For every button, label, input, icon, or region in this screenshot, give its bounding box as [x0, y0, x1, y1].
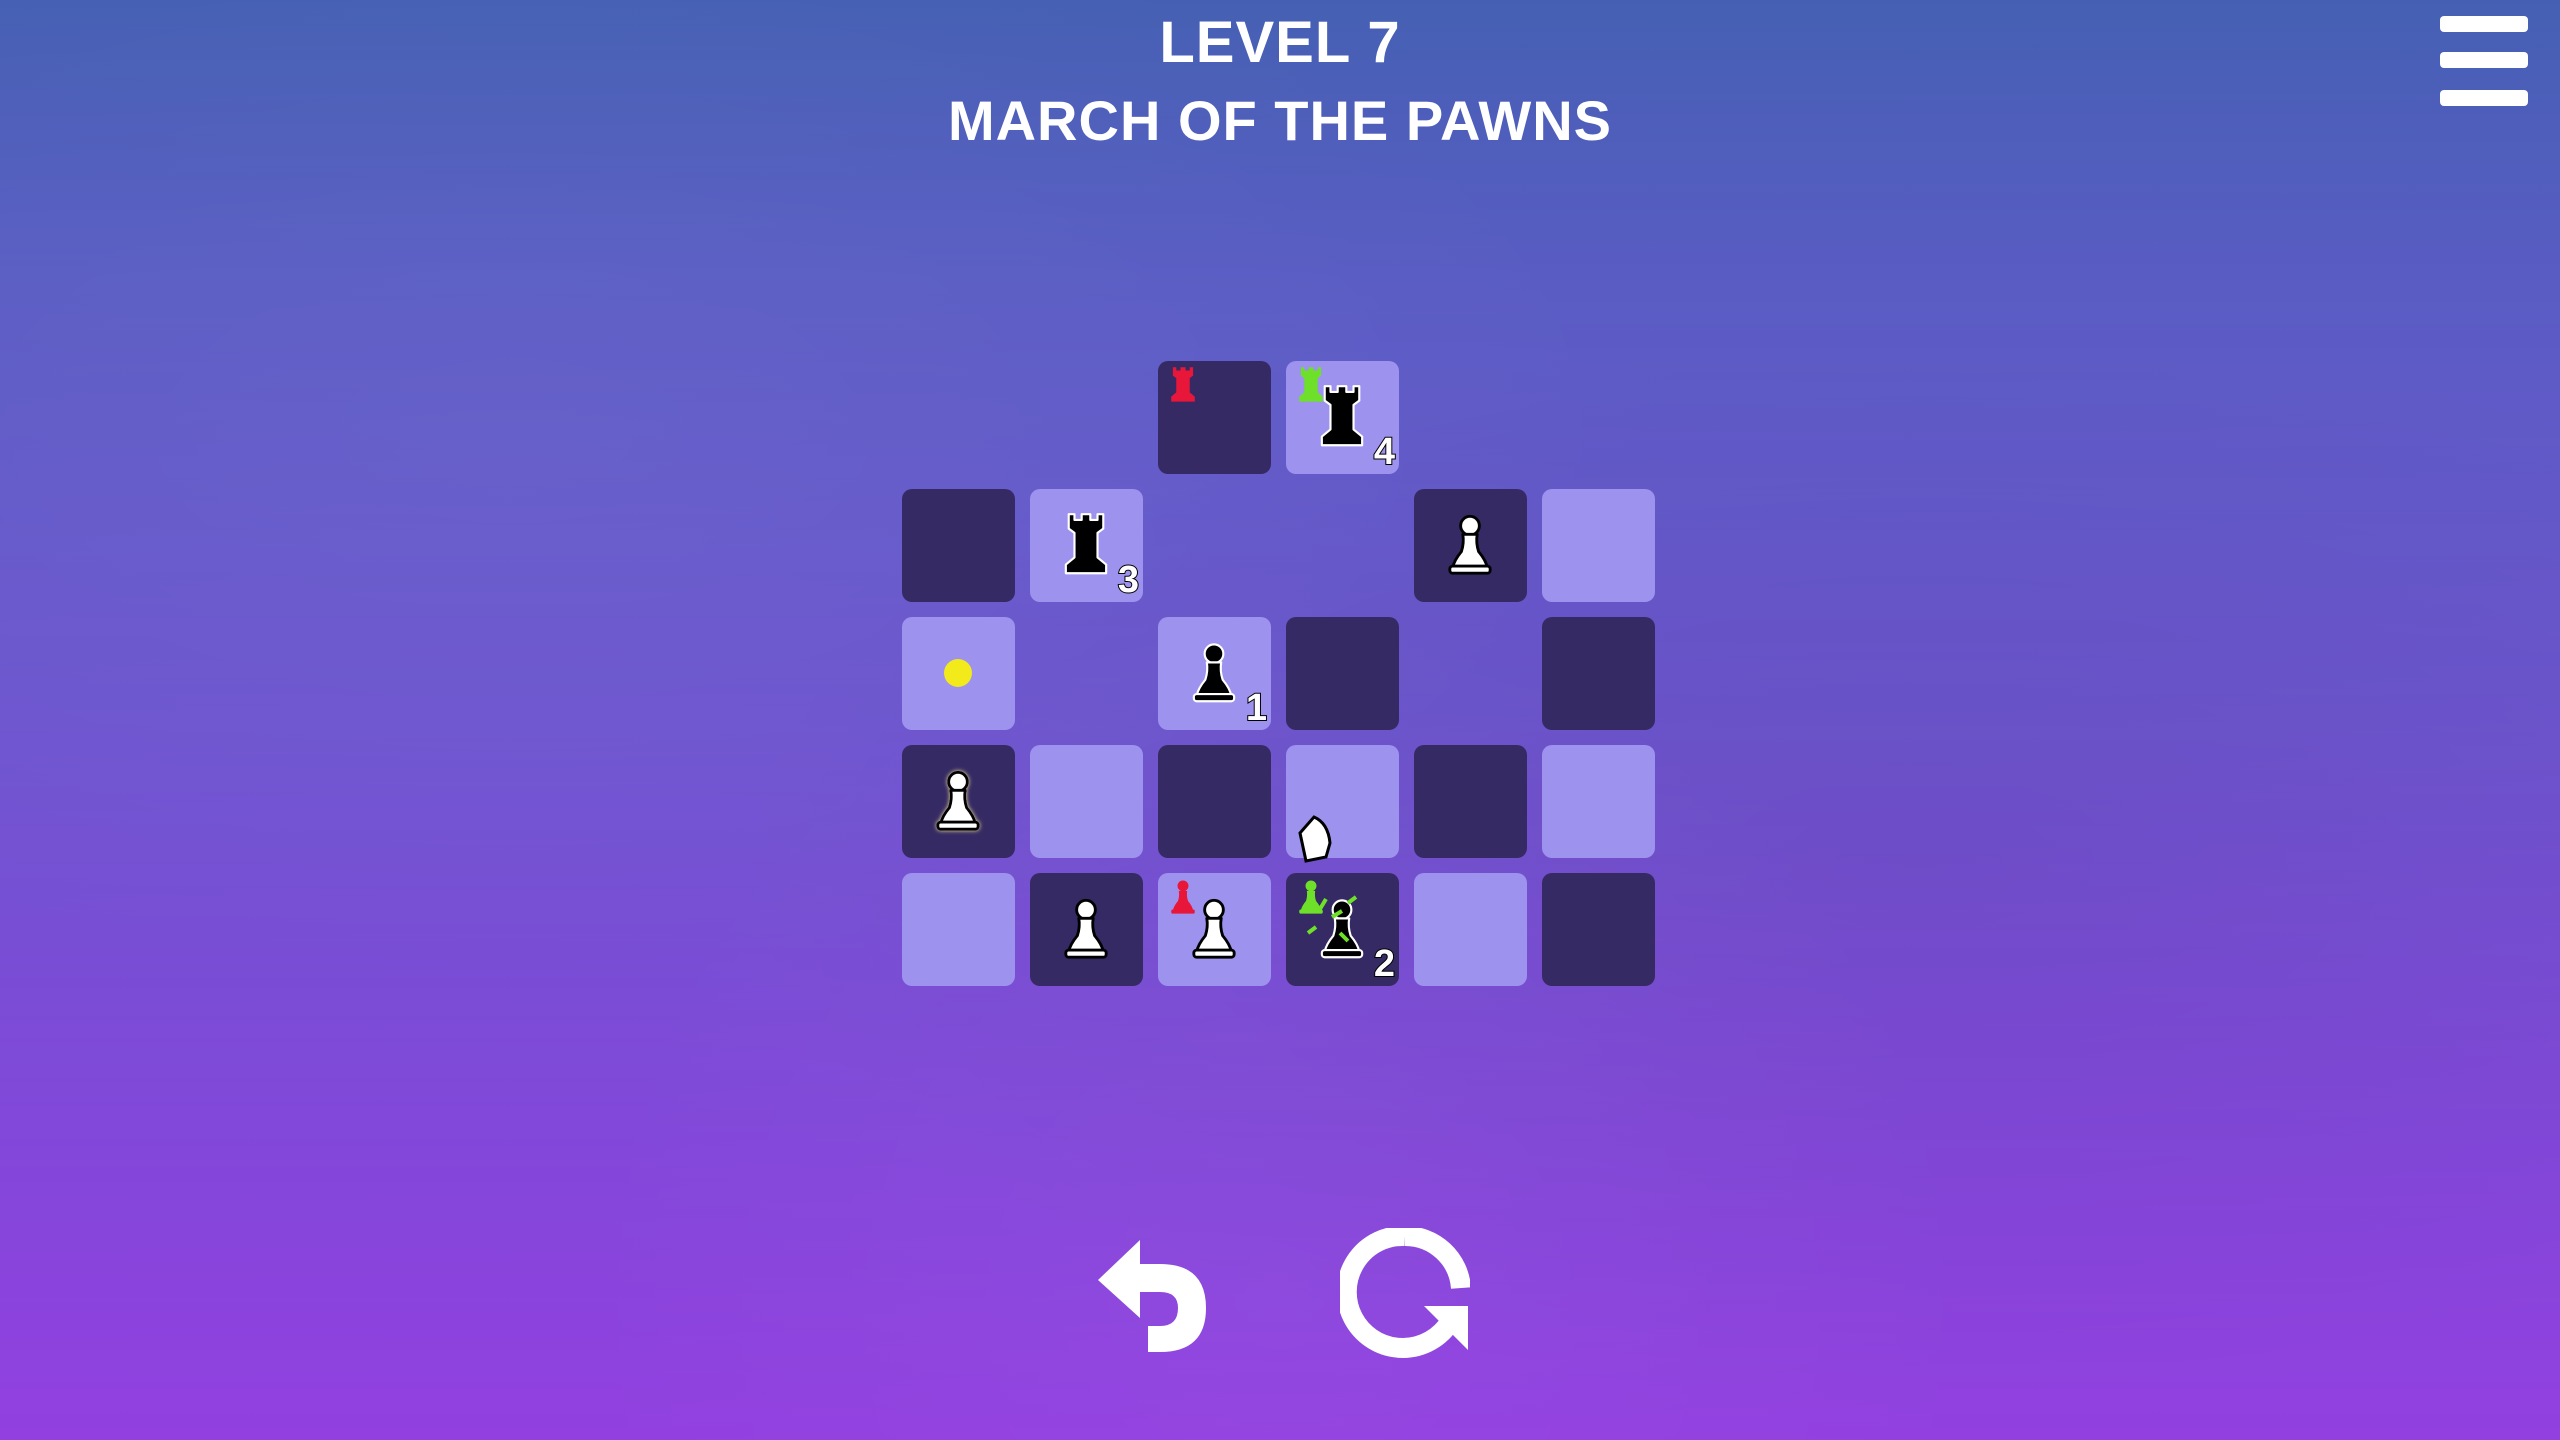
move-count: 3	[1117, 558, 1140, 602]
board-cell[interactable]	[902, 873, 1015, 986]
move-count: 2	[1373, 942, 1396, 986]
white-pawn-icon	[902, 745, 1015, 858]
board-cell[interactable]	[1158, 361, 1271, 474]
board-cell[interactable]	[1158, 745, 1271, 858]
red-pawn-icon white-pawn-icon	[1158, 873, 1271, 986]
board-cell[interactable]	[1414, 873, 1527, 986]
board-cell[interactable]	[1414, 489, 1527, 602]
board-cell[interactable]: 2	[1286, 815, 1399, 986]
move-count: 1	[1245, 686, 1268, 730]
board-cell[interactable]	[1286, 745, 1399, 858]
target-dot-icon	[944, 659, 972, 687]
board-cell[interactable]	[1030, 745, 1143, 858]
move-count: 4	[1373, 430, 1396, 474]
board-cell[interactable]	[1030, 873, 1143, 986]
board-cell[interactable]	[1414, 745, 1527, 858]
game-board: 4 3 1 2	[0, 0, 2560, 1440]
undo-arrow-icon	[1098, 1240, 1206, 1352]
board-cell[interactable]	[902, 745, 1015, 858]
board-cell[interactable]	[902, 617, 1015, 730]
restart-button[interactable]	[1336, 1225, 1471, 1358]
board-cell[interactable]: 3	[1030, 489, 1143, 602]
white-pawn-icon	[1030, 873, 1143, 986]
board-cell[interactable]: 1	[1158, 617, 1271, 730]
board-cell[interactable]	[1542, 745, 1655, 858]
board-cell[interactable]	[1542, 489, 1655, 602]
undo-button[interactable]	[1088, 1228, 1218, 1358]
board-cell[interactable]	[1542, 873, 1655, 986]
white-pawn-icon	[1414, 489, 1527, 602]
board-cell[interactable]: 4	[1286, 361, 1399, 474]
red-rook-icon	[1158, 361, 1271, 474]
board-cell[interactable]	[902, 489, 1015, 602]
board-cell[interactable]	[1542, 617, 1655, 730]
board-cell[interactable]	[1286, 617, 1399, 730]
board-cell[interactable]	[1158, 873, 1271, 986]
restart-icon	[1336, 1225, 1471, 1358]
